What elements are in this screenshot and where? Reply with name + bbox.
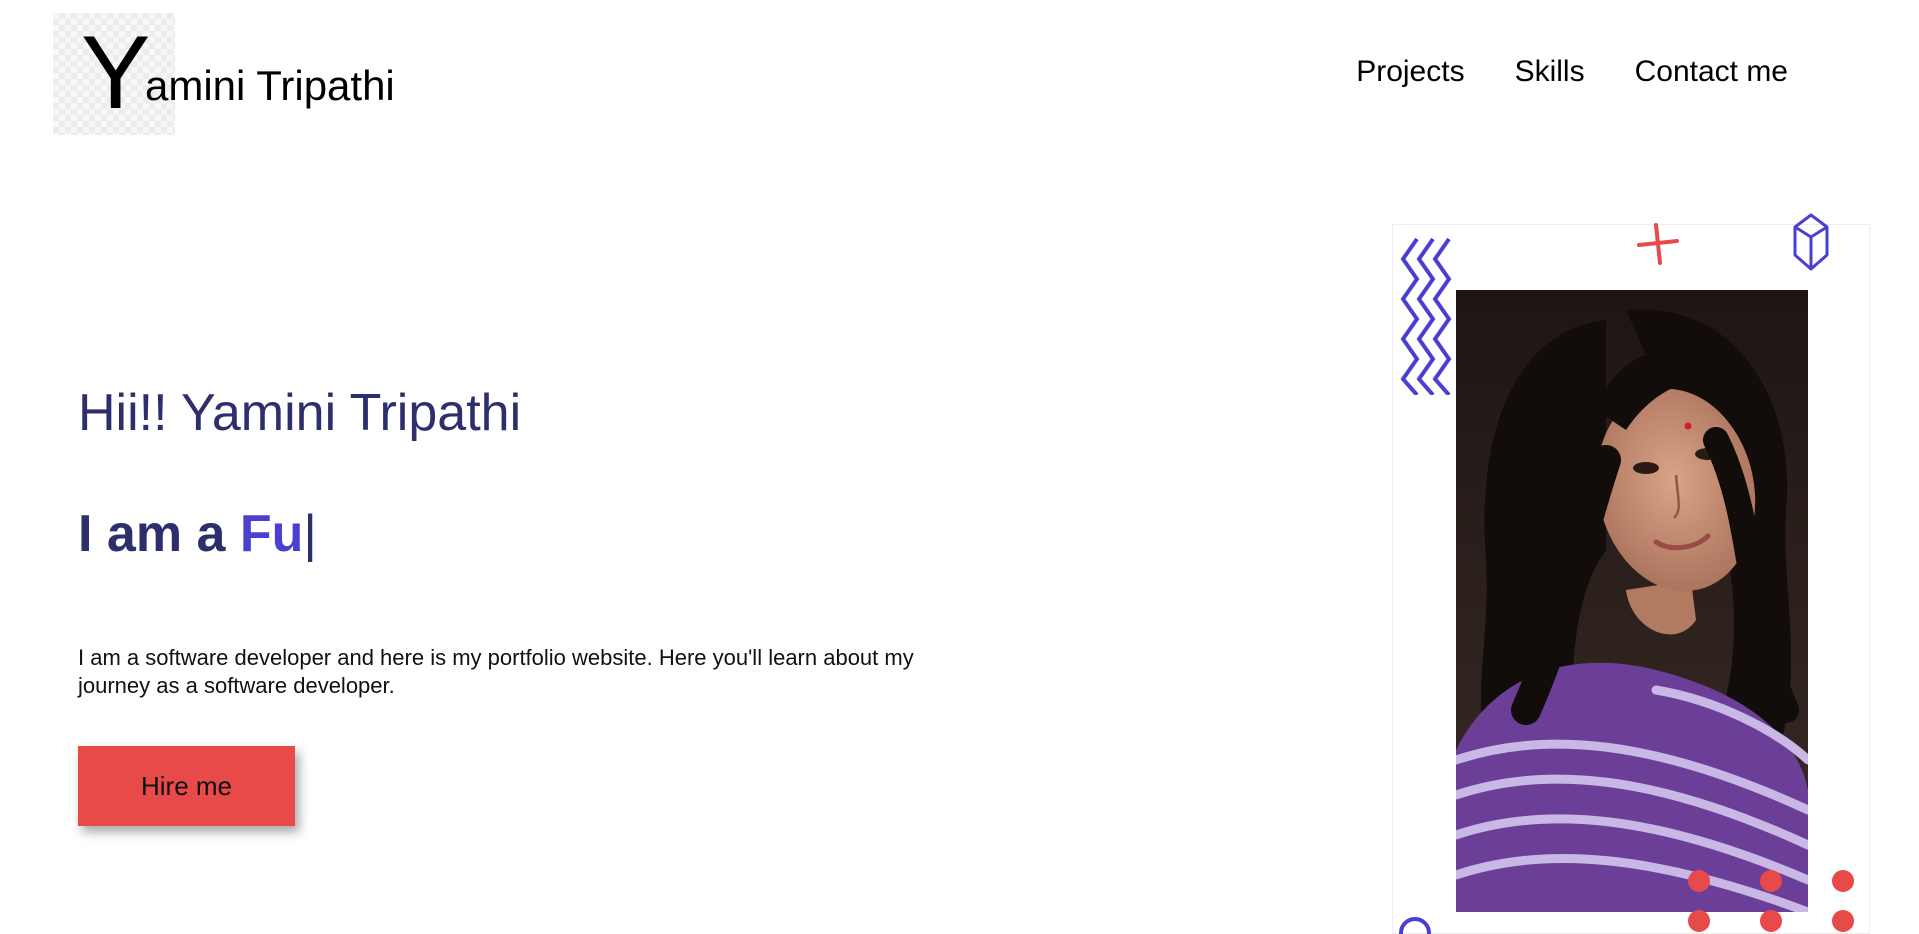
site-logo[interactable]: Y amini Tripathi [53, 13, 395, 135]
nav-link-projects[interactable]: Projects [1356, 55, 1464, 89]
hero-role: I am a Fu| [78, 504, 317, 564]
nav-link-skills[interactable]: Skills [1515, 55, 1585, 89]
profile-photo [1456, 290, 1808, 912]
profile-photo-panel [1392, 213, 1870, 934]
dots-icon [1688, 870, 1854, 932]
plus-icon [1637, 223, 1679, 265]
zigzag-icon [1400, 237, 1452, 395]
role-prefix: I am a [78, 505, 240, 563]
hire-me-button[interactable]: Hire me [78, 746, 295, 826]
logo-letter: Y [81, 15, 151, 131]
role-typed-text: Fu [239, 505, 304, 563]
main-nav: Projects Skills Contact me [1356, 55, 1788, 89]
logo-name: amini Tripathi [145, 62, 395, 109]
typing-cursor: | [303, 505, 317, 563]
hero-description: I am a software developer and here is my… [78, 645, 914, 698]
nav-link-contact[interactable]: Contact me [1635, 55, 1788, 89]
circle-icon [1399, 917, 1431, 934]
hero-greeting: Hii!! Yamini Tripathi [78, 384, 522, 442]
portfolio-page: Y amini Tripathi Projects Skills Contact… [0, 0, 1919, 934]
crystal-icon [1793, 213, 1829, 271]
